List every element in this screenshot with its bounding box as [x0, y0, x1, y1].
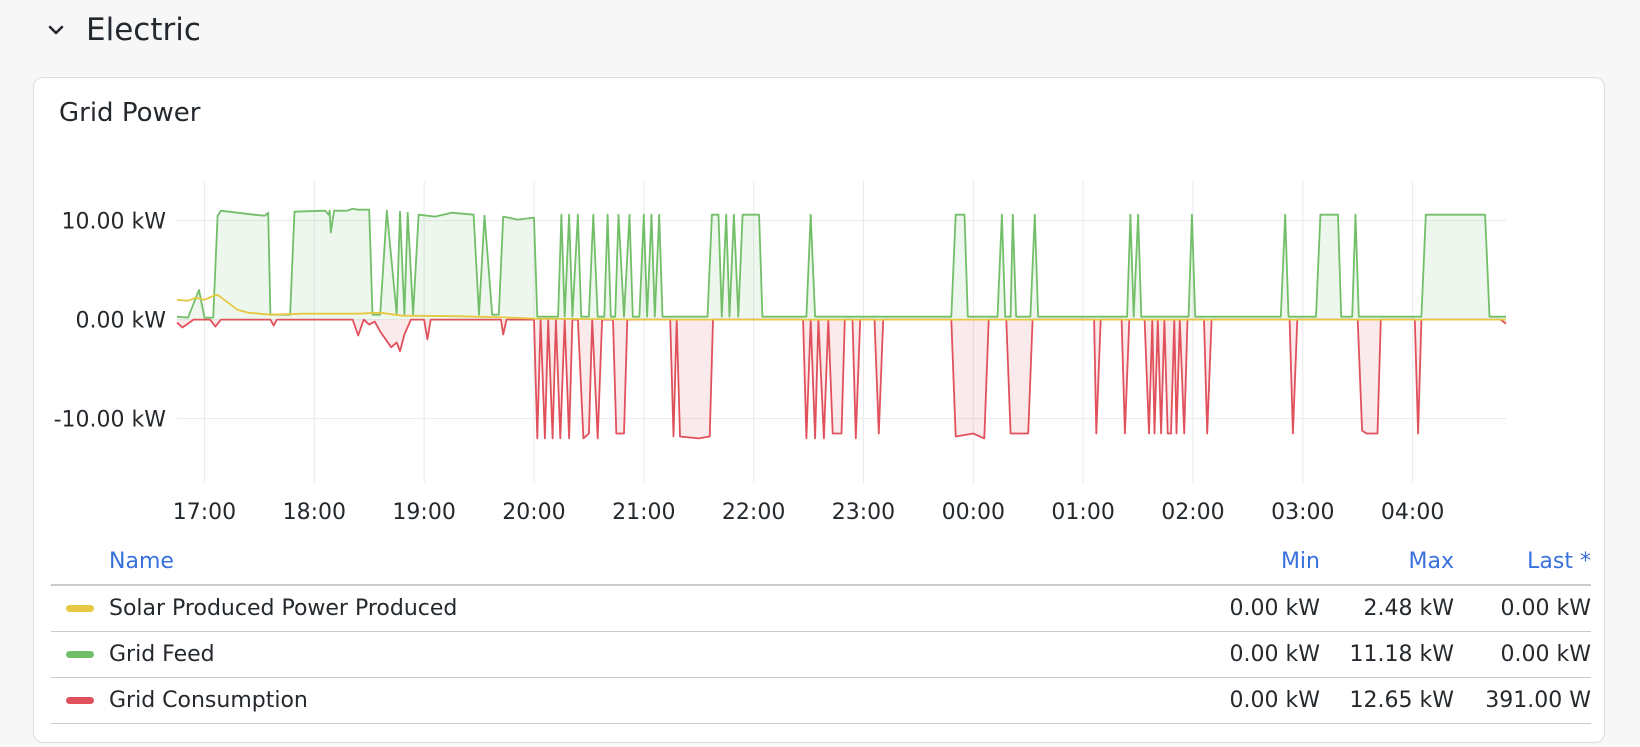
x-tick-label: 21:00: [612, 500, 675, 525]
x-tick-label: 01:00: [1051, 500, 1114, 525]
legend-min-value: 0.00 kW: [1229, 688, 1320, 713]
x-tick-label: 02:00: [1161, 500, 1224, 525]
series-area-feed: [177, 208, 1506, 320]
legend-last-value: 0.00 kW: [1500, 596, 1591, 621]
x-tick-label: 04:00: [1381, 500, 1444, 525]
legend-header-min[interactable]: Min: [1281, 549, 1320, 574]
legend-series-name[interactable]: Grid Feed: [109, 642, 215, 667]
y-tick-label: 0.00 kW: [76, 309, 167, 334]
legend-series-name[interactable]: Grid Consumption: [109, 688, 308, 713]
legend-row-grid-consumption[interactable]: Grid Consumption 0.00 kW 12.65 kW 391.00…: [51, 678, 1591, 724]
legend-min-value: 0.00 kW: [1229, 642, 1320, 667]
legend-table: Name Min Max Last * Solar Produced Power…: [51, 538, 1591, 724]
row-header: Electric: [44, 6, 201, 54]
legend-last-value: 391.00 W: [1485, 688, 1591, 713]
legend-header-name[interactable]: Name: [109, 549, 174, 574]
legend-min-value: 0.00 kW: [1229, 596, 1320, 621]
legend-max-value: 11.18 kW: [1349, 642, 1454, 667]
x-tick-label: 19:00: [392, 500, 455, 525]
y-tick-label: 10.00 kW: [62, 210, 167, 235]
legend-last-value: 0.00 kW: [1500, 642, 1591, 667]
legend-series-name[interactable]: Solar Produced Power Produced: [109, 596, 457, 621]
series-color-swatch[interactable]: [66, 605, 94, 612]
x-tick-label: 18:00: [283, 500, 346, 525]
legend-header-max[interactable]: Max: [1409, 549, 1454, 574]
series-color-swatch[interactable]: [66, 697, 94, 704]
row-title[interactable]: Electric: [86, 12, 201, 48]
x-tick-label: 17:00: [173, 500, 236, 525]
x-tick-label: 23:00: [832, 500, 895, 525]
grid-power-chart[interactable]: 10.00 kW 0.00 kW -10.00 kW 17:00 18:00 19:00 2…: [34, 78, 1604, 533]
series-line-feed[interactable]: [176, 207, 1506, 319]
legend-max-value: 2.48 kW: [1363, 596, 1454, 621]
series-color-swatch[interactable]: [66, 651, 94, 658]
x-tick-label: 03:00: [1271, 500, 1334, 525]
legend-row-solar[interactable]: Solar Produced Power Produced 0.00 kW 2.…: [51, 586, 1591, 632]
x-tick-label: 00:00: [942, 500, 1005, 525]
legend-max-value: 12.65 kW: [1349, 688, 1454, 713]
x-tick-label: 20:00: [502, 500, 565, 525]
legend-row-grid-feed[interactable]: Grid Feed 0.00 kW 11.18 kW 0.00 kW: [51, 632, 1591, 678]
legend-header: Name Min Max Last *: [51, 538, 1591, 586]
x-tick-label: 22:00: [722, 500, 785, 525]
legend-header-last[interactable]: Last *: [1527, 549, 1591, 574]
chevron-down-icon[interactable]: [44, 18, 68, 42]
grid-power-panel: Grid Power 10.00 kW 0.00 kW -10.00 kW 17:00…: [33, 77, 1605, 743]
y-tick-label: -10.00 kW: [54, 408, 167, 433]
